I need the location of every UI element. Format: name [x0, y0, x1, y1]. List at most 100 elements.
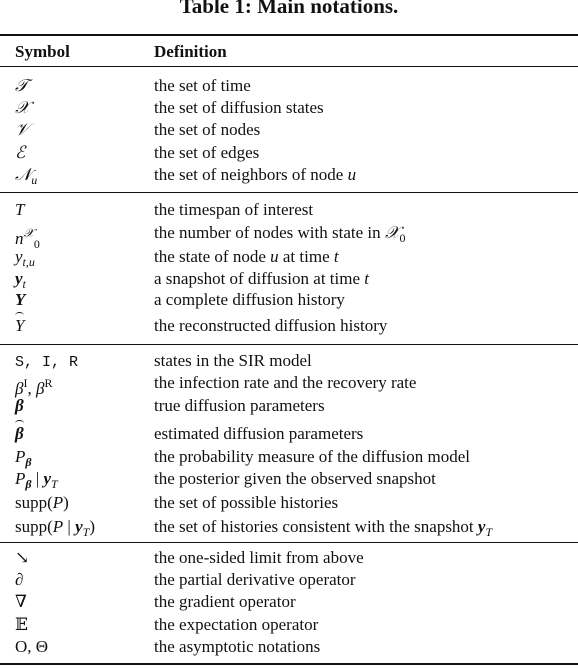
table-row: yt,u the state of node u at time t [0, 246, 578, 269]
math-segment: estimated diffusion parameters [154, 424, 364, 443]
table-row: ℰthe set of edges [0, 142, 578, 164]
math-segment: y [43, 469, 51, 488]
math-segment: the gradient operator [154, 592, 296, 611]
math-segment: 𝒳 [384, 223, 400, 243]
math-segment: u [270, 247, 279, 266]
math-segment: P [52, 517, 64, 536]
definition-cell: true diffusion parameters [154, 395, 325, 417]
symbol-cell: 𝒯 [15, 75, 28, 97]
symbol-cell: ∂ [15, 569, 23, 591]
definition-cell: the set of histories consistent with the… [154, 516, 492, 543]
symbol-cell: 𝒩u [15, 164, 37, 191]
definition-cell: the reconstructed diffusion history [154, 315, 387, 337]
header-definition: Definition [154, 42, 227, 61]
table-row: ↘ the one-sided limit from above [0, 547, 578, 569]
definition-cell: a snapshot of diffusion at time t [154, 268, 369, 290]
definition-cell: the one-sided limit from above [154, 547, 364, 569]
math-segment: β [25, 455, 32, 469]
math-segment: 𝔼 [15, 615, 28, 634]
symbol-cell: ↘ [15, 547, 29, 569]
math-segment: t,u [22, 255, 35, 269]
math-segment: the set of time [154, 76, 251, 95]
math-segment: Y [15, 312, 25, 335]
symbol-cell: Pβ | yT [15, 468, 58, 495]
math-segment: the posterior given the observed snapsho… [154, 469, 436, 488]
table-row: 𝔼the expectation operator [0, 614, 578, 636]
math-segment: O, Θ [15, 637, 49, 656]
table-row: 𝒯the set of time [0, 75, 578, 97]
math-segment: y [15, 269, 23, 288]
math-segment: a complete diffusion history [154, 290, 345, 309]
math-segment: the one-sided limit from above [154, 548, 364, 567]
symbol-cell: 𝔼 [15, 614, 28, 636]
symbol-cell: β [15, 395, 24, 417]
top-rule [0, 34, 578, 36]
symbol-cell: O, Θ [15, 636, 48, 658]
table-row: n𝒳0 the number of nodes with state in 𝒳0 [0, 222, 578, 251]
math-segment: P [52, 493, 64, 512]
math-segment: 𝒳 [23, 226, 34, 240]
math-segment: the infection rate and the recovery rate [154, 373, 417, 392]
math-segment: β [15, 420, 24, 443]
definition-cell: the set of time [154, 75, 251, 97]
table-row: supp(P) the set of possible histories [0, 492, 578, 514]
table-row: O, Θ the asymptotic notations [0, 636, 578, 658]
definition-cell: the gradient operator [154, 591, 296, 613]
math-segment: P [15, 469, 26, 488]
table-row: y t a snapshot of diffusion at time t [0, 268, 578, 291]
table-row: 𝒩u the set of neighbors of node u [0, 164, 578, 187]
math-segment: u [31, 173, 38, 187]
math-segment: at time [278, 247, 334, 266]
math-segment: the timespan of interest [154, 200, 314, 219]
definition-cell: the set of edges [154, 142, 259, 164]
definition-cell: the timespan of interest [154, 199, 313, 221]
definition-cell: the set of diffusion states [154, 97, 324, 119]
math-segment: 0 [399, 231, 406, 245]
definition-cell: the expectation operator [154, 614, 318, 636]
math-segment: 𝒩 [15, 165, 32, 185]
symbol-cell: supp(P) [15, 492, 69, 514]
table-row: ∇ the gradient operator [0, 591, 578, 613]
math-segment: ℰ [15, 143, 26, 163]
math-segment: supp( [15, 493, 53, 512]
math-segment: ) [89, 517, 95, 536]
math-segment: the set of neighbors of node [154, 165, 348, 184]
math-segment: the probability measure of the diffusion… [154, 447, 471, 466]
table-row: Pβ | yT the posterior given the observed … [0, 468, 578, 491]
math-segment: Y [15, 290, 26, 309]
math-segment: the set of diffusion states [154, 98, 324, 117]
math-segment: y [15, 247, 23, 266]
definition-cell: the posterior given the observed snapsho… [154, 468, 436, 490]
math-segment: 𝒳 [15, 98, 30, 118]
math-segment: t [333, 247, 339, 266]
table-row: 𝒱the set of nodes [0, 119, 578, 141]
math-segment: ↘ [15, 548, 30, 567]
symbol-cell: β [15, 420, 24, 445]
symbol-cell: S, I, R [15, 350, 78, 374]
math-segment: u [347, 165, 357, 184]
table-row: ∂ the partial derivative operator [0, 569, 578, 591]
math-segment: the asymptotic notations [154, 637, 321, 656]
definition-cell: a complete diffusion history [154, 289, 345, 311]
table-row: β true diffusion parameters [0, 395, 578, 417]
math-segment: | [31, 469, 44, 488]
math-segment: 𝒱 [15, 120, 30, 140]
math-segment: true diffusion parameters [154, 396, 325, 415]
header-row: Symbol Definition [0, 41, 578, 63]
symbol-cell: ℰ [15, 142, 25, 164]
math-segment: the set of histories consistent with the… [154, 517, 478, 536]
math-segment: | [63, 517, 76, 536]
math-segment: states in the SIR model [154, 351, 312, 370]
table-title: Table 1: Main notations. [179, 0, 399, 18]
math-segment: the expectation operator [154, 615, 319, 634]
definition-cell: the state of node u at time t [154, 246, 339, 268]
definition-cell: the probability measure of the diffusion… [154, 446, 470, 468]
definition-cell: the partial derivative operator [154, 569, 356, 591]
math-segment: T [485, 525, 493, 539]
math-segment: the state of node [154, 247, 271, 266]
definition-cell: states in the SIR model [154, 350, 312, 372]
table-row: supp(P | y T) the set of histories consist… [0, 516, 578, 539]
math-segment: the reconstructed diffusion history [154, 316, 388, 335]
math-segment: R [44, 376, 53, 390]
math-segment: T [15, 200, 25, 219]
